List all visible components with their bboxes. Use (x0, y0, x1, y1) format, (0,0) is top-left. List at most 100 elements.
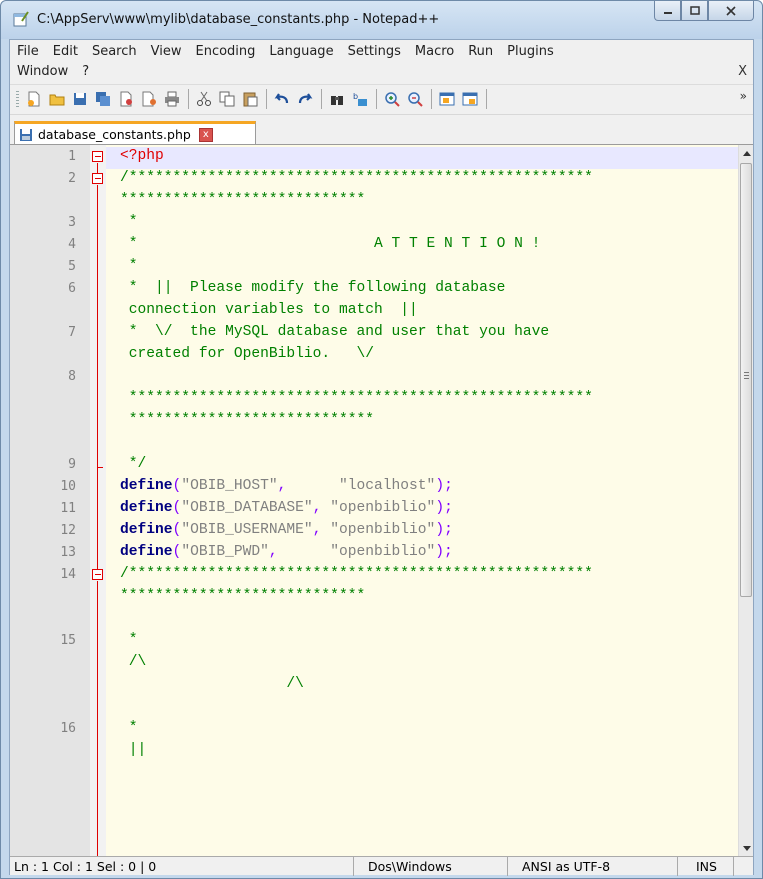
cut-icon (197, 91, 211, 106)
code-line-2-wrap: **************************** (120, 192, 366, 208)
scroll-up-button[interactable] (739, 145, 753, 162)
code-line-9: */ (120, 456, 147, 472)
minimize-button[interactable] (654, 1, 681, 21)
zoom-in-button[interactable] (382, 89, 402, 109)
status-insert-mode: INS (678, 857, 734, 876)
scroll-thumb[interactable] (740, 163, 752, 597)
code-line-6-wrap: connection variables to match || (120, 302, 418, 318)
line-number: 2 (68, 171, 76, 186)
keyword: define (120, 500, 173, 516)
sync-horizontal-button[interactable] (460, 89, 480, 109)
open-folder-icon (49, 94, 65, 106)
scroll-grip (744, 372, 749, 380)
menu-settings[interactable]: Settings (341, 42, 408, 62)
vertical-scrollbar[interactable] (738, 145, 753, 856)
menu-view[interactable]: View (144, 42, 189, 62)
menu-edit[interactable]: Edit (46, 42, 85, 62)
fold-margin[interactable] (90, 145, 106, 856)
line-number: 16 (60, 721, 76, 736)
print-button[interactable] (162, 89, 182, 109)
toolbar-separator (321, 89, 322, 109)
menu-run[interactable]: Run (461, 42, 500, 62)
cut-button[interactable] (194, 89, 214, 109)
zoom-out-icon (408, 92, 423, 107)
paste-button[interactable] (240, 89, 260, 109)
menu-help[interactable]: ? (75, 62, 96, 82)
close-document-button[interactable]: X (738, 64, 747, 79)
scroll-down-button[interactable] (739, 840, 753, 856)
tab-database-constants[interactable]: database_constants.php x (14, 121, 256, 145)
code-line-8: ****************************************… (120, 390, 593, 406)
menu-plugins[interactable]: Plugins (500, 42, 561, 62)
code-editor[interactable]: 1 2 3 4 5 6 7 8 9 10 11 12 13 14 15 16 <… (10, 144, 753, 856)
close-window-button[interactable] (708, 1, 754, 21)
client-area: File Edit Search View Encoding Language … (9, 39, 754, 876)
save-button[interactable] (70, 89, 90, 109)
keyword: define (120, 522, 173, 538)
undo-icon (274, 93, 289, 104)
find-button[interactable] (327, 89, 347, 109)
replace-icon: b (353, 92, 367, 106)
title-bar[interactable]: C:\AppServ\www\mylib\database_constants.… (1, 1, 762, 39)
maximize-button[interactable] (681, 1, 708, 21)
current-line-highlight (106, 147, 738, 169)
close-icon (726, 5, 736, 16)
redo-icon (298, 93, 313, 104)
line-number: 3 (68, 215, 76, 230)
code-line-15: * (120, 632, 138, 648)
line-number: 6 (68, 281, 76, 296)
line-number: 11 (60, 501, 76, 516)
zoom-out-button[interactable] (405, 89, 425, 109)
undo-button[interactable] (272, 89, 292, 109)
menu-language[interactable]: Language (262, 42, 340, 62)
toolbar-grip[interactable] (16, 91, 19, 109)
line-number: 14 (60, 567, 76, 582)
menu-macro[interactable]: Macro (408, 42, 461, 62)
new-file-button[interactable] (24, 89, 44, 109)
menu-window[interactable]: Window (10, 62, 75, 82)
copy-button[interactable] (217, 89, 237, 109)
open-file-button[interactable] (47, 89, 67, 109)
arrow-down-icon (742, 846, 751, 851)
string-literal: "openbiblio" (330, 544, 436, 560)
menu-file[interactable]: File (10, 42, 46, 62)
tab-label: database_constants.php (38, 127, 191, 142)
close-all-button[interactable] (139, 89, 159, 109)
menu-search[interactable]: Search (85, 42, 144, 62)
string-literal: "OBIB_HOST" (181, 478, 278, 494)
sync-vertical-button[interactable] (437, 89, 457, 109)
save-all-button[interactable] (93, 89, 113, 109)
maximize-icon (689, 6, 700, 15)
line-number: 12 (60, 523, 76, 538)
app-window: C:\AppServ\www\mylib\database_constants.… (0, 0, 763, 879)
line-number: 8 (68, 369, 76, 384)
window-controls (654, 1, 754, 21)
menu-encoding[interactable]: Encoding (188, 42, 262, 62)
tab-close-button[interactable]: x (198, 127, 213, 142)
replace-button[interactable]: b (350, 89, 370, 109)
line-number: 13 (60, 545, 76, 560)
code-line-4: * A T T E N T I O N ! (120, 236, 541, 252)
toolbar-separator (486, 89, 487, 109)
code-line-15-wrap: /\ (120, 654, 147, 670)
fold-toggle[interactable] (92, 173, 103, 184)
fold-toggle[interactable] (92, 569, 103, 580)
toolbar-separator (266, 89, 267, 109)
close-all-icon (142, 91, 156, 107)
fold-line (97, 467, 98, 569)
toolbar-icons: b (24, 89, 492, 109)
line-number: 9 (68, 457, 76, 472)
code-line-14: /***************************************… (120, 566, 593, 582)
close-file-button[interactable] (116, 89, 136, 109)
toolbar-overflow-button[interactable]: » (740, 89, 747, 103)
code-line-11: define("OBIB_DATABASE", "openbiblio"); (120, 500, 453, 516)
toolbar-separator (376, 89, 377, 109)
code-line-5: * (120, 258, 138, 274)
string-literal: "OBIB_USERNAME" (181, 522, 313, 538)
menu-bar: File Edit Search View Encoding Language … (10, 40, 753, 84)
fold-line (97, 581, 98, 856)
toolbar-separator (431, 89, 432, 109)
fold-toggle[interactable] (92, 151, 103, 162)
redo-button[interactable] (295, 89, 315, 109)
string-literal: "OBIB_DATABASE" (181, 500, 313, 516)
